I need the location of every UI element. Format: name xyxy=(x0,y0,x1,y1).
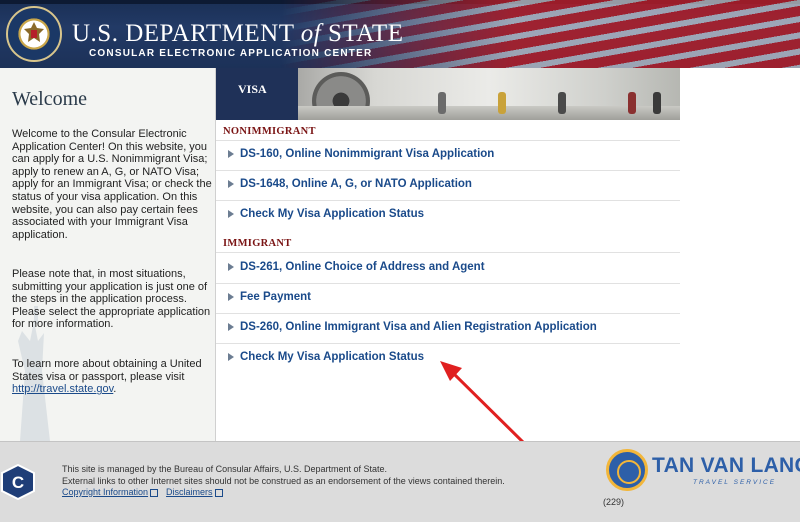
link-ds-261[interactable]: DS-261, Online Choice of Address and Age… xyxy=(228,261,485,273)
watermark-tagline: TRAVEL SERVICE xyxy=(693,479,777,486)
visa-tab[interactable]: VISA xyxy=(216,68,298,120)
traveler-figure xyxy=(438,92,446,114)
traveler-figure xyxy=(653,92,661,114)
travel-state-gov-link[interactable]: http://travel.state.gov xyxy=(12,383,113,395)
department-title: U.S. DEPARTMENT of STATE xyxy=(72,20,403,48)
link-ds-260[interactable]: DS-260, Online Immigrant Visa and Alien … xyxy=(228,321,597,333)
disclaimers-link[interactable]: Disclaimers xyxy=(166,487,213,497)
link-check-status-immigrant[interactable]: Check My Visa Application Status xyxy=(228,351,424,363)
divider xyxy=(216,200,680,201)
traveler-figure xyxy=(498,92,506,114)
link-label[interactable]: DS-261, Online Choice of Address and Age… xyxy=(240,261,485,273)
copyright-information-link[interactable]: Copyright Information xyxy=(62,487,148,497)
triangle-bullet-icon xyxy=(228,180,234,188)
section-heading-immigrant: IMMIGRANT xyxy=(223,238,292,249)
traveler-figure xyxy=(628,92,636,114)
learn-more-paragraph: To learn more about obtaining a United S… xyxy=(12,358,212,396)
site-footer: C This site is managed by the Bureau of … xyxy=(0,441,800,522)
learn-more-period: . xyxy=(113,383,117,396)
center-subtitle: CONSULAR ELECTRONIC APPLICATION CENTER xyxy=(89,48,373,59)
link-label[interactable]: DS-260, Online Immigrant Visa and Alien … xyxy=(240,321,597,333)
link-label[interactable]: Check My Visa Application Status xyxy=(240,208,424,220)
note-paragraph: Please note that, in most situations, su… xyxy=(12,268,211,331)
link-ds-1648[interactable]: DS-1648, Online A, G, or NATO Applicatio… xyxy=(228,178,472,190)
dos-seal-icon[interactable] xyxy=(6,6,62,62)
eagle-icon xyxy=(24,22,44,42)
divider xyxy=(216,170,680,171)
divider xyxy=(216,313,680,314)
section-heading-nonimmigrant: NONIMMIGRANT xyxy=(223,126,316,137)
link-label[interactable]: Fee Payment xyxy=(240,291,311,303)
site-header: U.S. DEPARTMENT of STATE CONSULAR ELECTR… xyxy=(0,0,800,68)
title-of: of xyxy=(300,20,322,47)
divider xyxy=(216,283,680,284)
terminal-floor-shape xyxy=(298,106,680,120)
footer-external-links-note: External links to other Internet sites s… xyxy=(62,476,505,486)
divider xyxy=(216,343,680,344)
link-label[interactable]: Check My Visa Application Status xyxy=(240,351,424,363)
divider xyxy=(216,252,680,253)
svg-text:C: C xyxy=(12,473,24,492)
triangle-bullet-icon xyxy=(228,323,234,331)
consular-affairs-badge-icon: C xyxy=(1,464,35,500)
divider xyxy=(216,140,680,141)
welcome-paragraph: Welcome to the Consular Electronic Appli… xyxy=(12,128,212,241)
triangle-bullet-icon xyxy=(228,263,234,271)
title-suffix: STATE xyxy=(321,20,404,47)
title-prefix: U.S. DEPARTMENT xyxy=(72,20,301,47)
footer-links: Copyright Information Disclaimers xyxy=(62,487,231,497)
learn-more-text: To learn more about obtaining a United S… xyxy=(12,358,202,383)
external-link-icon xyxy=(214,488,223,497)
visa-tab-label: VISA xyxy=(238,82,267,96)
link-label[interactable]: DS-1648, Online A, G, or NATO Applicatio… xyxy=(240,178,472,190)
triangle-bullet-icon xyxy=(228,210,234,218)
welcome-heading: Welcome xyxy=(12,88,88,110)
visitor-count: (229) xyxy=(603,497,625,507)
link-label[interactable]: DS-160, Online Nonimmigrant Visa Applica… xyxy=(240,148,494,160)
link-ds-160[interactable]: DS-160, Online Nonimmigrant Visa Applica… xyxy=(228,148,494,160)
welcome-sidebar: Welcome Welcome to the Consular Electron… xyxy=(0,68,216,441)
triangle-bullet-icon xyxy=(228,353,234,361)
tan-van-lang-logo-icon xyxy=(606,449,648,491)
application-list: NONIMMIGRANT DS-160, Online Nonimmigrant… xyxy=(216,120,680,441)
traveler-figure xyxy=(558,92,566,114)
watermark-brand: TAN VAN LANG xyxy=(652,454,800,477)
link-check-status-nonimmigrant[interactable]: Check My Visa Application Status xyxy=(228,208,424,220)
footer-managed-by: This site is managed by the Bureau of Co… xyxy=(62,464,387,474)
airport-banner-image xyxy=(298,68,680,120)
triangle-bullet-icon xyxy=(228,150,234,158)
external-link-icon xyxy=(150,488,159,497)
triangle-bullet-icon xyxy=(228,293,234,301)
link-fee-payment[interactable]: Fee Payment xyxy=(228,291,311,303)
